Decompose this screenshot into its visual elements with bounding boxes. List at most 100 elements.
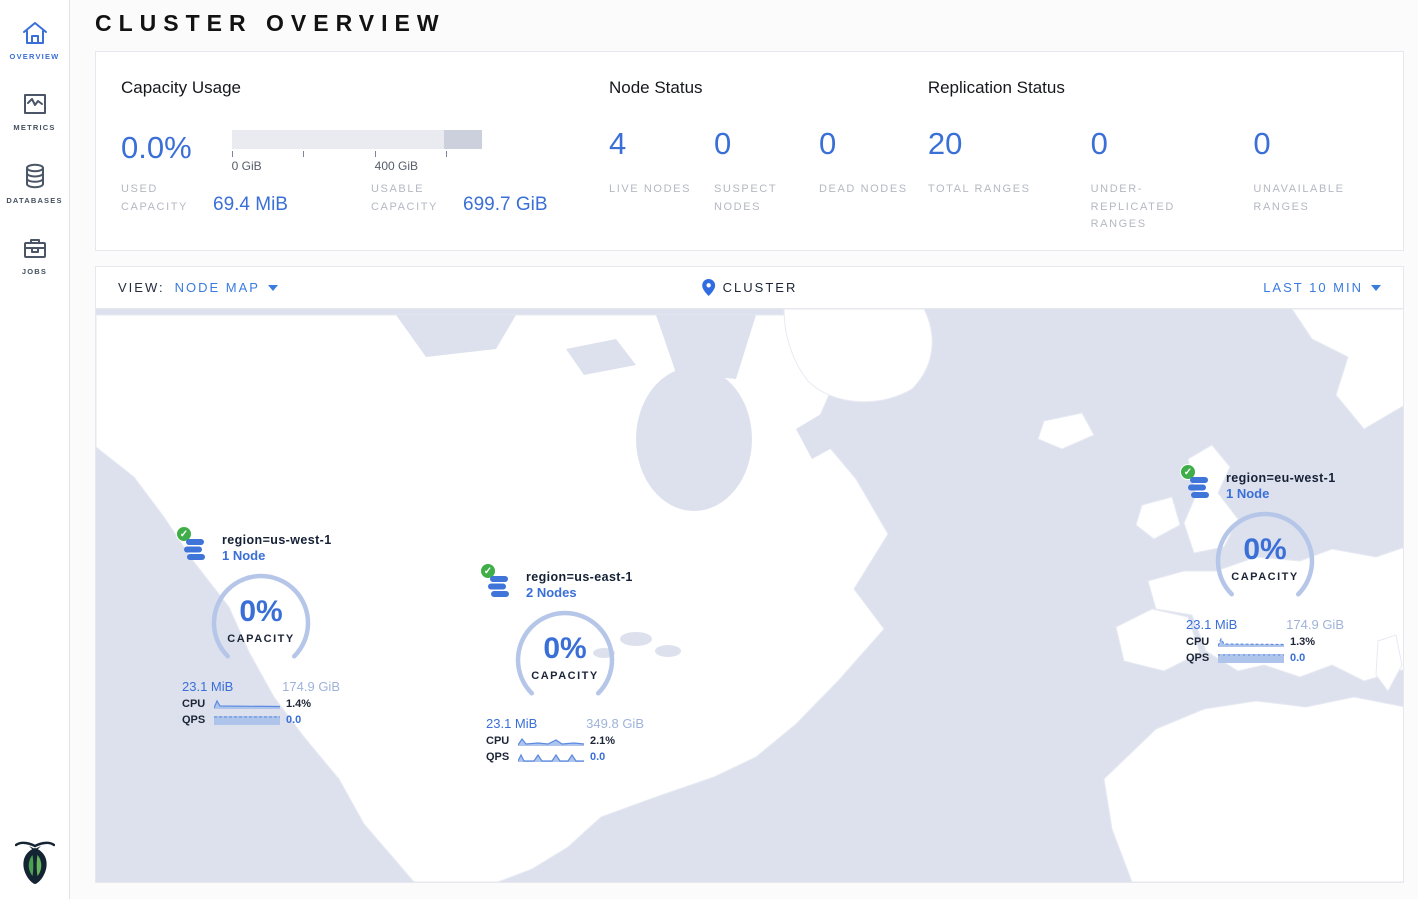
node-map: ✓ region=us-west-1 1 Node 0% CAPACITY [96, 309, 1403, 882]
databases-icon [21, 162, 49, 190]
region-node-count[interactable]: 2 Nodes [526, 585, 644, 600]
total-ranges-stat: 20 TOTAL RANGES [928, 128, 1091, 234]
database-stack-icon [184, 537, 210, 568]
cpu-sparkline [518, 736, 584, 746]
node-map-card: VIEW: NODE MAP CLUSTER LAST 10 MIN [95, 266, 1404, 883]
qps-value: 0.0 [590, 751, 605, 763]
cpu-value: 2.1% [590, 735, 615, 747]
capacity-tick-label: 400 GiB [375, 159, 418, 173]
region-marker-us-east-1[interactable]: ✓ region=us-east-1 2 Nodes 0% CAPACITY [486, 570, 644, 763]
home-icon [21, 20, 49, 46]
region-used-capacity: 23.1 MiB [182, 679, 233, 694]
usable-capacity-stat: USABLE CAPACITY 699.7 GiB [371, 181, 548, 216]
sidebar-item-overview[interactable]: OVERVIEW [0, 6, 70, 71]
page-title: CLUSTER OVERVIEW [95, 0, 1404, 51]
node-status-section: Node Status 4 LIVE NODES 0 SUSPECT NODES… [609, 78, 928, 220]
capacity-gauge: 0% CAPACITY [511, 608, 619, 712]
capacity-bar: 0 GiB 400 GiB [232, 130, 482, 159]
under-replicated-ranges-value: 0 [1091, 128, 1254, 159]
dead-nodes-stat: 0 DEAD NODES [819, 128, 924, 216]
region-name: region=eu-west-1 [1226, 471, 1344, 485]
live-nodes-stat: 4 LIVE NODES [609, 128, 714, 216]
qps-label: QPS [486, 751, 518, 763]
capacity-usage-title: Capacity Usage [121, 78, 609, 98]
suspect-nodes-stat: 0 SUSPECT NODES [714, 128, 819, 216]
unavailable-ranges-stat: 0 UNAVAILABLE RANGES [1253, 128, 1373, 234]
unavailable-ranges-label: UNAVAILABLE RANGES [1253, 181, 1373, 216]
region-total-capacity: 174.9 GiB [1286, 617, 1344, 632]
region-used-capacity: 23.1 MiB [486, 716, 537, 731]
gauge-percent: 0% [207, 595, 315, 629]
region-total-capacity: 174.9 GiB [282, 679, 340, 694]
used-capacity-label: USED CAPACITY [121, 181, 209, 216]
database-stack-icon [488, 574, 514, 605]
cpu-sparkline [214, 699, 280, 709]
jobs-icon [21, 235, 49, 261]
gauge-label: CAPACITY [1211, 571, 1319, 583]
database-stack-icon [1188, 475, 1214, 506]
view-mode-dropdown[interactable]: NODE MAP [175, 280, 278, 295]
under-replicated-ranges-label: UNDER-REPLICATED RANGES [1091, 181, 1221, 234]
capacity-tick-label: 0 GiB [232, 159, 262, 173]
region-marker-eu-west-1[interactable]: ✓ region=eu-west-1 1 Node 0% CAPACITY [1186, 471, 1344, 664]
cluster-summary-card: Capacity Usage 0.0% 0 GiB 400 GiB [95, 51, 1404, 251]
usable-capacity-value: 699.7 GiB [463, 194, 548, 216]
gauge-label: CAPACITY [511, 670, 619, 682]
main-content: CLUSTER OVERVIEW Capacity Usage 0.0% 0 G… [70, 0, 1418, 883]
map-pin-icon [702, 279, 715, 296]
region-name: region=us-west-1 [222, 533, 340, 547]
capacity-percent: 0.0% [121, 132, 192, 163]
metrics-icon [21, 91, 49, 117]
region-node-count[interactable]: 1 Node [1226, 486, 1344, 501]
sidebar-item-jobs[interactable]: JOBS [0, 221, 70, 286]
dead-nodes-value: 0 [819, 128, 924, 159]
used-capacity-value: 69.4 MiB [213, 194, 288, 216]
chevron-down-icon [268, 285, 278, 291]
sidebar: OVERVIEW METRICS DATABASES JOBS [0, 0, 70, 899]
cpu-label: CPU [486, 735, 518, 747]
qps-label: QPS [1186, 652, 1218, 664]
sidebar-item-label: DATABASES [6, 196, 62, 205]
qps-value: 0.0 [1290, 652, 1305, 664]
region-marker-us-west-1[interactable]: ✓ region=us-west-1 1 Node 0% CAPACITY [182, 533, 340, 726]
replication-status-section: Replication Status 20 TOTAL RANGES 0 UND… [928, 78, 1373, 220]
region-used-capacity: 23.1 MiB [1186, 617, 1237, 632]
dead-nodes-label: DEAD NODES [819, 181, 924, 199]
capacity-gauge: 0% CAPACITY [1211, 509, 1319, 613]
usable-capacity-label: USABLE CAPACITY [371, 181, 459, 216]
cpu-label: CPU [1186, 636, 1218, 648]
suspect-nodes-label: SUSPECT NODES [714, 181, 819, 216]
gauge-percent: 0% [511, 632, 619, 666]
cpu-value: 1.4% [286, 698, 311, 710]
gauge-label: CAPACITY [207, 633, 315, 645]
qps-sparkline [214, 715, 280, 725]
total-ranges-value: 20 [928, 128, 1091, 159]
cpu-sparkline [1218, 637, 1284, 647]
capacity-usage-section: Capacity Usage 0.0% 0 GiB 400 GiB [121, 78, 609, 220]
region-name: region=us-east-1 [526, 570, 644, 584]
sidebar-item-label: METRICS [13, 123, 55, 132]
breadcrumb: CLUSTER [702, 279, 798, 296]
sidebar-item-label: JOBS [22, 267, 47, 276]
qps-value: 0.0 [286, 714, 301, 726]
region-total-capacity: 349.8 GiB [586, 716, 644, 731]
live-nodes-value: 4 [609, 128, 714, 159]
time-range-dropdown[interactable]: LAST 10 MIN [1263, 280, 1381, 295]
map-view-bar: VIEW: NODE MAP CLUSTER LAST 10 MIN [96, 267, 1403, 309]
under-replicated-ranges-stat: 0 UNDER-REPLICATED RANGES [1091, 128, 1254, 234]
used-capacity-stat: USED CAPACITY 69.4 MiB [121, 181, 371, 216]
sidebar-item-metrics[interactable]: METRICS [0, 77, 70, 142]
breadcrumb-label: CLUSTER [723, 280, 798, 295]
sidebar-item-label: OVERVIEW [10, 52, 60, 61]
capacity-gauge: 0% CAPACITY [207, 571, 315, 675]
qps-label: QPS [182, 714, 214, 726]
live-nodes-label: LIVE NODES [609, 181, 714, 199]
sidebar-item-databases[interactable]: DATABASES [0, 148, 70, 215]
region-node-count[interactable]: 1 Node [222, 548, 340, 563]
view-label: VIEW: [118, 280, 165, 295]
suspect-nodes-value: 0 [714, 128, 819, 159]
qps-sparkline [1218, 653, 1284, 663]
total-ranges-label: TOTAL RANGES [928, 181, 1058, 199]
gauge-percent: 0% [1211, 533, 1319, 567]
unavailable-ranges-value: 0 [1253, 128, 1373, 159]
